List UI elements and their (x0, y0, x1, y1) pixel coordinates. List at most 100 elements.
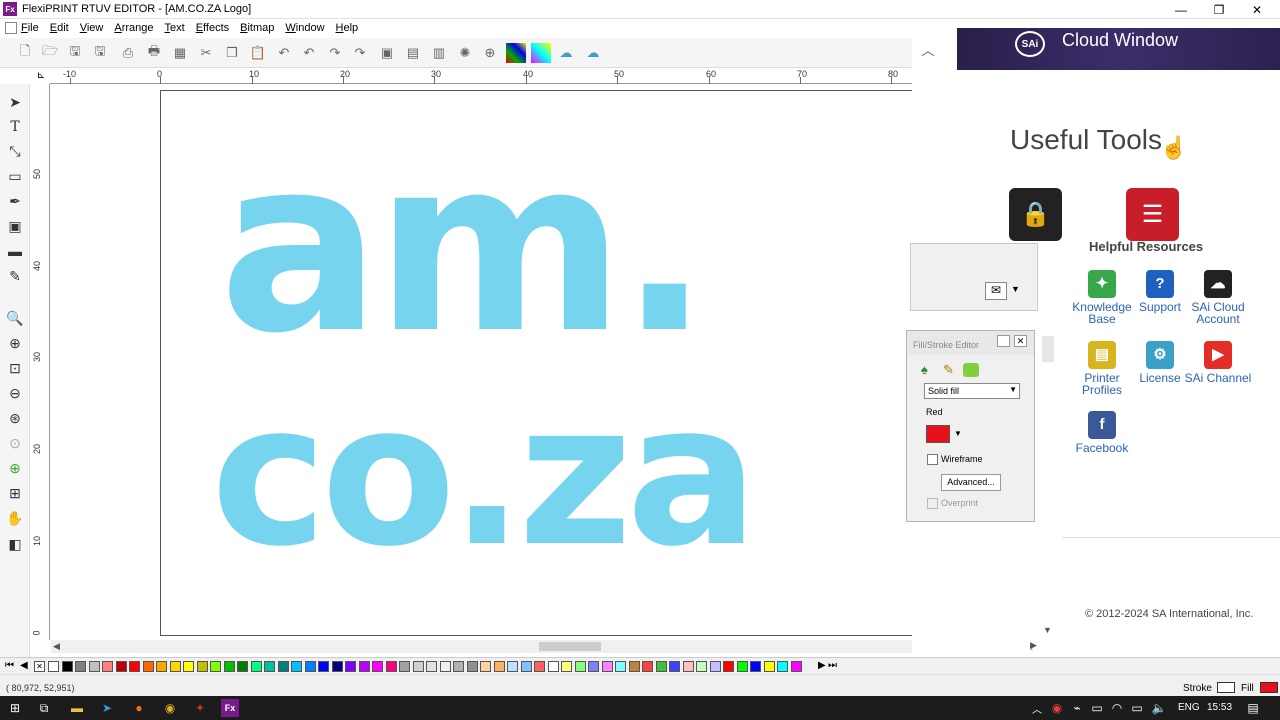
copy-icon[interactable]: ❐ (222, 43, 242, 63)
zoom-out-icon[interactable]: ⊖ (5, 383, 25, 403)
pen-tool-icon[interactable]: ✒ (5, 191, 25, 211)
fill-type-select[interactable]: Solid fill ▼ (924, 383, 1020, 399)
color-wheel-icon[interactable]: ✺ (455, 43, 475, 63)
zoom-in-icon[interactable]: ⊕ (5, 333, 25, 353)
palette-swatch[interactable] (250, 661, 262, 672)
palette-swatch[interactable] (142, 661, 154, 672)
undo-icon[interactable]: ↶ (274, 43, 294, 63)
horizontal-scroll-thumb[interactable] (539, 642, 601, 651)
shape-tool-icon[interactable]: ▭ (5, 166, 25, 186)
palette-swatch[interactable] (115, 661, 127, 672)
print-icon[interactable]: 🖶 (144, 43, 164, 63)
palette-swatch[interactable] (304, 661, 316, 672)
production-manager-icon[interactable]: ▦ (170, 43, 190, 63)
fill-color-swatch[interactable] (926, 425, 950, 443)
palette-swatch[interactable] (277, 661, 289, 672)
undo-list-icon[interactable]: ↶ (299, 43, 319, 63)
menu-bitmap[interactable]: Bitmap (240, 22, 281, 34)
palette-swatch[interactable] (777, 661, 788, 672)
palette-swatch[interactable] (790, 661, 802, 672)
palette-swatch[interactable] (88, 661, 100, 672)
fill-stroke-tool-icon[interactable]: ◧ (5, 534, 25, 554)
palette-swatch[interactable] (574, 661, 586, 672)
palette-swatch[interactable] (331, 661, 343, 672)
palette-swatch[interactable] (129, 661, 140, 672)
palette-swatch[interactable] (547, 661, 559, 672)
tool-document-icon[interactable]: ☰ (1126, 188, 1179, 241)
palette-swatch[interactable] (628, 661, 640, 672)
fill-color-indicator[interactable] (1260, 682, 1278, 693)
cloud-upload-icon[interactable]: ☁ (583, 43, 603, 63)
palette-swatch[interactable] (412, 661, 424, 672)
file-explorer-icon[interactable]: ▬ (68, 699, 86, 717)
palette-swatch[interactable] (493, 661, 505, 672)
resource-facebook[interactable]: f Facebook (1068, 411, 1136, 454)
palette-swatch[interactable] (588, 661, 599, 672)
logo-line-am[interactable]: am. (219, 121, 710, 371)
chevron-down-icon[interactable]: ▼ (954, 429, 962, 438)
document-icon[interactable] (5, 22, 17, 34)
palette-swatch[interactable] (723, 661, 734, 672)
tool-lock-icon[interactable]: 🔒 (1009, 188, 1062, 241)
panel-scroll-down-icon[interactable]: ▼ (1043, 625, 1052, 635)
palette-swatch[interactable] (520, 661, 532, 672)
select-tool-icon[interactable]: ➤ (5, 92, 25, 112)
redo-icon[interactable]: ↷ (325, 43, 345, 63)
palette-swatch[interactable] (736, 661, 748, 672)
palette-swatch[interactable] (196, 661, 208, 672)
menu-edit[interactable]: Edit (50, 22, 76, 34)
palette-swatch[interactable] (763, 661, 775, 672)
tray-network-icon[interactable]: ▭ (1088, 699, 1106, 717)
contour-tool-icon[interactable]: ▣ (5, 216, 25, 236)
palette-swatch[interactable] (61, 661, 73, 672)
new-document-icon[interactable]: 🗋 (15, 43, 35, 63)
horizontal-scrollbar[interactable]: ◀ ▶ (51, 640, 1038, 653)
palette-swatch[interactable] (318, 661, 329, 672)
paste-icon[interactable]: 📋 (248, 43, 268, 63)
panel-scroll-thumb[interactable] (1042, 336, 1054, 362)
palette-swatch[interactable] (75, 661, 86, 672)
tray-display-icon[interactable]: ▭ (1128, 699, 1146, 717)
fill-stroke-titlebar[interactable]: Fill/Stroke Editor ✕ (907, 331, 1034, 355)
menu-help[interactable]: Help (336, 22, 366, 34)
palette-swatch[interactable] (399, 661, 410, 672)
flexiprint-active-icon[interactable]: Fx (221, 699, 239, 717)
tray-usb-icon[interactable]: ⌁ (1068, 699, 1086, 717)
ruler-origin-icon[interactable]: ⊾ (34, 70, 48, 83)
palette-swatch[interactable] (682, 661, 694, 672)
resource-sai-cloud-account[interactable]: ☁ SAi Cloud Account (1184, 270, 1252, 325)
panel-restore-icon[interactable] (997, 335, 1010, 347)
node-edit-tool-icon[interactable]: ⤡ (5, 141, 25, 161)
color-effect-icon[interactable] (531, 43, 551, 63)
tray-chevron-icon[interactable]: ︿ (1028, 699, 1046, 717)
maximize-button[interactable]: ❐ (1200, 0, 1238, 19)
palette-swatch[interactable] (439, 661, 451, 672)
color-palette-icon[interactable] (506, 43, 526, 63)
fill-tab-icon[interactable]: ♠ (921, 362, 928, 377)
palette-swatch[interactable] (642, 661, 653, 672)
palette-swatch[interactable] (601, 661, 613, 672)
zoom-all-icon[interactable]: ⊛ (5, 408, 25, 428)
clock[interactable]: 15:53 (1207, 702, 1232, 713)
palette-swatch[interactable] (223, 661, 235, 672)
panel-scroll-up-icon[interactable]: ︿ (918, 40, 938, 60)
task-view-icon[interactable]: ⧉ (35, 699, 53, 717)
zoom-selection-icon[interactable]: ⊞ (5, 483, 25, 503)
ungroup-icon[interactable]: ▤ (403, 43, 423, 63)
resource-sai-channel[interactable]: ▶ SAi Channel (1184, 341, 1252, 384)
menu-effects[interactable]: Effects (196, 22, 236, 34)
zoom-icon[interactable]: ⊕ (480, 43, 500, 63)
menu-window[interactable]: Window (285, 22, 331, 34)
chevron-down-icon[interactable]: ▼ (1011, 284, 1020, 294)
palette-swatch[interactable] (385, 661, 397, 672)
panel-close-icon[interactable]: ✕ (1014, 335, 1027, 347)
flexi-icon[interactable]: ✦ (191, 699, 209, 717)
redo-list-icon[interactable]: ↷ (350, 43, 370, 63)
open-icon[interactable]: 🗁 (40, 43, 60, 63)
palette-swatch[interactable] (615, 661, 626, 672)
palette-swatch[interactable] (156, 661, 167, 672)
palette-swatch[interactable] (709, 661, 721, 672)
eyedropper-tool-icon[interactable]: ✎ (5, 266, 25, 286)
language-indicator[interactable]: ENG (1178, 702, 1200, 713)
zoom-page-icon[interactable]: ⊕ (5, 458, 25, 478)
